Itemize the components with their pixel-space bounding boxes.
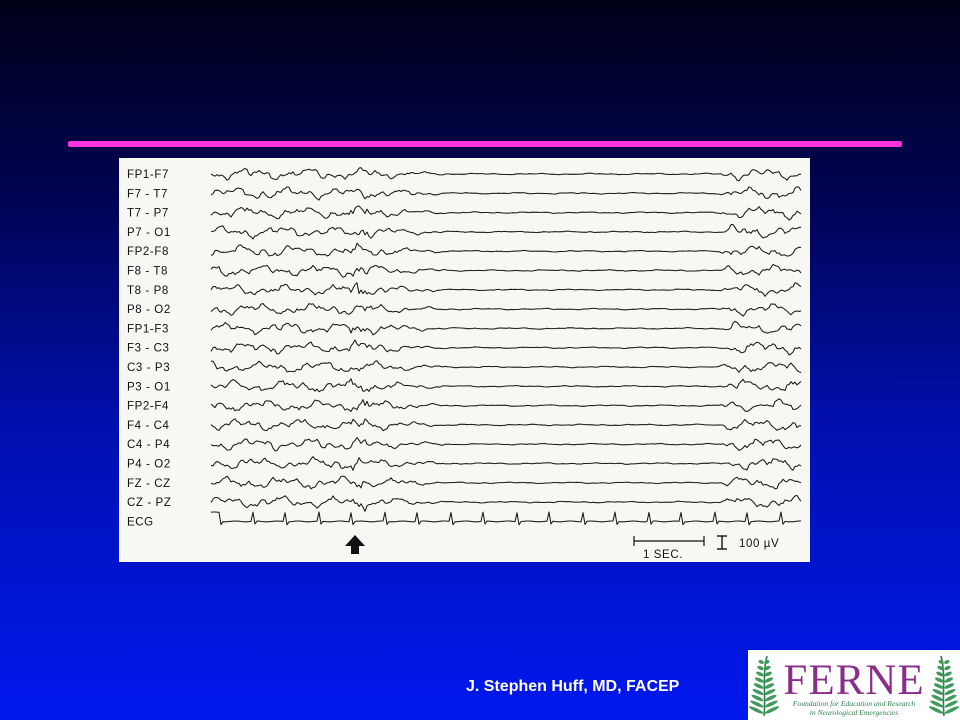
channel-label: FP1-F7 — [127, 169, 169, 181]
eeg-channel-trace — [210, 339, 802, 356]
eeg-channel-trace — [210, 475, 802, 490]
eeg-channel-trace — [210, 223, 802, 240]
eeg-channel-trace — [210, 302, 802, 317]
channel-label: FZ - CZ — [127, 478, 171, 490]
channel-label: F8 - T8 — [127, 266, 168, 278]
eeg-tracing: FP1-F7 F7 - T7 T7 - P7 P7 - O1 FP2-F8 F8 - T8… — [127, 167, 802, 561]
channel-label: C4 - P4 — [127, 439, 170, 451]
channel-label: C3 - P3 — [127, 362, 170, 374]
time-scale-label: 1 SEC. — [643, 549, 683, 561]
channel-label: CZ - PZ — [127, 497, 171, 509]
fern-leaf-icon — [749, 655, 779, 717]
eeg-channel-trace — [210, 494, 802, 512]
eeg-channel-trace — [210, 167, 802, 182]
eeg-channel-trace — [210, 378, 802, 393]
eeg-channel-trace — [210, 186, 802, 201]
eeg-channel-trace — [210, 456, 802, 471]
author-credit: J. Stephen Huff, MD, FACEP — [466, 678, 680, 695]
channel-label: FP1-F3 — [127, 323, 169, 335]
title-underline — [68, 141, 902, 147]
logo-subtitle-line2: in Neurological Emergencies — [810, 708, 898, 717]
time-scale-bar — [633, 536, 705, 546]
channel-label: P4 - O2 — [127, 459, 171, 471]
up-arrow-icon — [345, 535, 365, 554]
logo-subtitle-line1: Foundation for Education and Research — [792, 699, 916, 708]
eeg-channel-trace — [210, 282, 802, 297]
ecg-trace — [210, 511, 801, 526]
eeg-channel-trace — [210, 205, 802, 221]
eeg-channel-trace — [210, 437, 802, 452]
logo-word: FERNE — [783, 657, 924, 704]
channel-label: F4 - C4 — [127, 420, 170, 432]
channel-label: FP2-F4 — [127, 401, 169, 413]
amplitude-scale-bar — [717, 535, 727, 550]
channel-label: F7 - T7 — [127, 188, 168, 200]
eeg-channel-trace — [210, 242, 802, 257]
channel-label: T7 - P7 — [127, 208, 169, 220]
channel-label: FP2-F8 — [127, 246, 169, 258]
channel-label: P8 - O2 — [127, 304, 171, 316]
eeg-figure: FP1-F7 F7 - T7 T7 - P7 P7 - O1 FP2-F8 F8 - T8… — [119, 158, 810, 562]
eeg-channel-trace — [210, 263, 802, 278]
channel-label: T8 - P8 — [127, 285, 169, 297]
channel-label: ECG — [127, 516, 154, 528]
eeg-channel-trace — [210, 360, 802, 374]
eeg-channel-trace — [210, 418, 802, 432]
eeg-channel-trace — [210, 320, 802, 336]
ferne-logo: FERNE Foundation for Education and Resea… — [748, 650, 960, 720]
eeg-channel-trace — [210, 398, 802, 413]
channel-label: P7 - O1 — [127, 227, 171, 239]
channel-label: F3 - C3 — [127, 343, 170, 355]
amplitude-scale-label: 100 µV — [739, 538, 779, 550]
channel-label: P3 - O1 — [127, 381, 171, 393]
fern-leaf-icon — [929, 655, 959, 717]
